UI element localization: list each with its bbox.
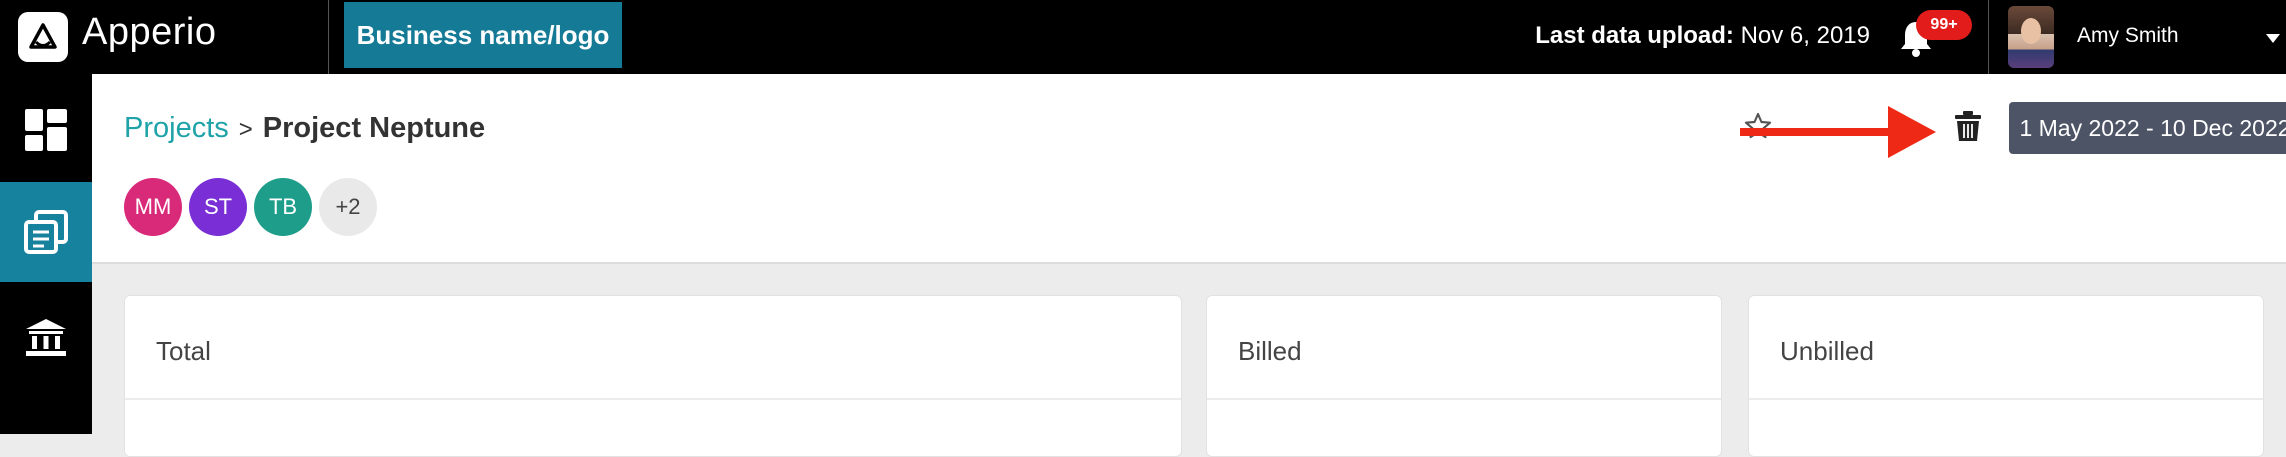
nav-item-projects[interactable] bbox=[0, 182, 92, 282]
total-card: Total bbox=[124, 295, 1182, 457]
documents-icon bbox=[24, 210, 68, 254]
left-navigation bbox=[0, 74, 92, 434]
divider bbox=[125, 398, 1181, 400]
dashboard-icon bbox=[25, 109, 67, 151]
billed-card: Billed bbox=[1206, 295, 1722, 457]
divider bbox=[1988, 0, 1989, 74]
card-title: Billed bbox=[1238, 336, 1302, 366]
apperio-logo-icon[interactable] bbox=[18, 12, 68, 62]
user-name[interactable]: Amy Smith bbox=[2077, 24, 2179, 48]
nav-item-dashboard[interactable] bbox=[0, 80, 92, 180]
page-title: Project Neptune bbox=[262, 112, 486, 144]
breadcrumb: Projects > Project Neptune bbox=[124, 112, 485, 145]
nav-item-bank[interactable] bbox=[0, 288, 92, 388]
card-title: Total bbox=[156, 336, 211, 366]
last-upload-label: Last data upload: bbox=[1535, 22, 1734, 49]
last-upload-date: Nov 6, 2019 bbox=[1740, 22, 1870, 49]
member-avatar[interactable]: MM bbox=[124, 178, 182, 236]
project-header: Projects > Project Neptune MM ST TB +2 1 May … bbox=[92, 74, 2286, 264]
app-name: Apperio bbox=[82, 11, 217, 53]
divider bbox=[1207, 398, 1721, 400]
top-bar: Apperio Business name/logo Last data upl… bbox=[0, 0, 2286, 74]
annotation-arrow bbox=[1740, 106, 1936, 158]
chevron-down-icon[interactable] bbox=[2266, 34, 2280, 43]
last-upload-info: Last data upload: Nov 6, 2019 bbox=[1535, 22, 1870, 50]
notification-badge: 99+ bbox=[1916, 10, 1972, 40]
date-range-label: 1 May 2022 - 10 Dec 2022 bbox=[2019, 114, 2286, 141]
divider bbox=[328, 0, 329, 74]
breadcrumb-projects-link[interactable]: Projects bbox=[124, 112, 229, 144]
business-logo-button[interactable]: Business name/logo bbox=[344, 2, 622, 68]
member-avatar[interactable]: ST bbox=[189, 178, 247, 236]
user-avatar[interactable] bbox=[2008, 6, 2054, 68]
date-range-picker[interactable]: 1 May 2022 - 10 Dec 2022 bbox=[2009, 102, 2286, 154]
delete-icon[interactable] bbox=[1954, 110, 1990, 146]
bank-icon bbox=[26, 319, 66, 356]
card-title: Unbilled bbox=[1780, 336, 1874, 366]
unbilled-card: Unbilled bbox=[1748, 295, 2264, 457]
divider bbox=[1749, 398, 2263, 400]
breadcrumb-separator: > bbox=[238, 116, 253, 143]
more-members-badge[interactable]: +2 bbox=[319, 178, 377, 236]
member-avatar[interactable]: TB bbox=[254, 178, 312, 236]
